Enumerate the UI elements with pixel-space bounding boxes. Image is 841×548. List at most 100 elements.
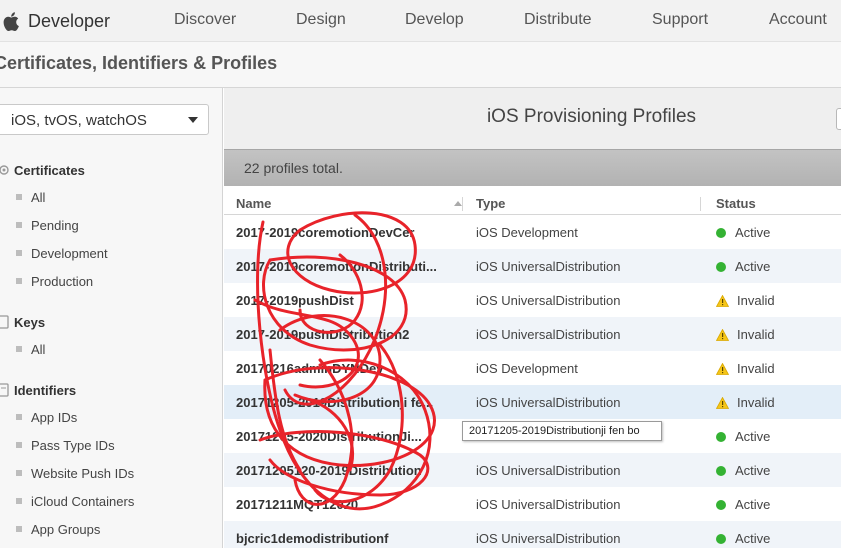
- profile-name: 20170216adminDYNDev: [236, 361, 384, 376]
- total-bar: 22 profiles total.: [224, 149, 841, 186]
- sidebar-item-label: All: [31, 189, 46, 205]
- profile-type: iOS UniversalDistribution: [476, 463, 621, 478]
- bullet-icon: [16, 442, 22, 448]
- status-text: Active: [735, 463, 771, 478]
- profile-name: 20171205-2020DistributionJi...: [236, 429, 422, 444]
- table-row[interactable]: 2017-2019coremotionDevCer iOS Developmen…: [224, 215, 841, 249]
- gear-icon: [0, 163, 10, 177]
- profile-name: 20171211MQT12020: [236, 497, 359, 512]
- profile-type: iOS UniversalDistribution: [476, 293, 621, 308]
- column-header-type[interactable]: Type: [476, 196, 505, 211]
- bullet-icon: [16, 498, 22, 504]
- sidebar-item-label: App Groups: [31, 521, 101, 537]
- sidebar-item-label: iCloud Containers: [31, 493, 135, 509]
- bullet-icon: [16, 278, 22, 284]
- id-card-icon: [0, 383, 10, 397]
- sidebar-section-label: Keys: [14, 314, 46, 330]
- status-text: Invalid: [737, 327, 775, 342]
- table-row[interactable]: 2017-2019pushDistribution2 iOS Universal…: [224, 317, 841, 351]
- add-button[interactable]: [836, 108, 841, 130]
- nav-support[interactable]: Support: [652, 11, 708, 29]
- key-icon: [0, 315, 10, 329]
- profile-name: 20171205120-2019Distribution: [236, 463, 422, 478]
- status-active-icon: [716, 227, 726, 238]
- top-nav: Developer Discover Design Develop Distri…: [0, 0, 841, 42]
- column-header-name[interactable]: Name: [236, 196, 271, 211]
- status-active-icon: [716, 431, 726, 442]
- sidebar-item-label: App IDs: [31, 409, 78, 425]
- chevron-down-icon: [188, 117, 198, 123]
- sidebar-item-certificates-all[interactable]: All: [16, 188, 45, 206]
- warning-icon: [716, 396, 729, 409]
- nav-account[interactable]: Account: [769, 11, 827, 29]
- sidebar-item-app-groups[interactable]: App Groups: [16, 520, 100, 538]
- sidebar-item-production[interactable]: Production: [16, 272, 93, 290]
- profile-name: 2017-2019coremotionDevCer: [236, 225, 415, 240]
- status-text: Active: [735, 259, 771, 274]
- sidebar-item-app-ids[interactable]: App IDs: [16, 408, 77, 426]
- status-text: Active: [735, 497, 771, 512]
- sidebar-item-website-push-ids[interactable]: Website Push IDs: [16, 464, 134, 482]
- profile-status: Invalid: [716, 361, 775, 376]
- table-header: Name Type Status: [224, 193, 841, 215]
- status-active-icon: [716, 499, 726, 510]
- profile-type: iOS UniversalDistribution: [476, 259, 621, 274]
- brand-name: Developer: [28, 10, 111, 31]
- platform-select[interactable]: iOS, tvOS, watchOS: [0, 104, 209, 135]
- profile-type: iOS UniversalDistribution: [476, 395, 621, 410]
- main-title: iOS Provisioning Profiles: [486, 106, 697, 127]
- warning-icon: [716, 362, 729, 375]
- sidebar-item-label: Pass Type IDs: [31, 437, 115, 453]
- apple-logo-icon: [0, 0, 22, 42]
- table-row[interactable]: 20171205120-2019Distribution iOS Univers…: [224, 453, 841, 487]
- sidebar-item-pending[interactable]: Pending: [16, 216, 79, 234]
- nav-develop[interactable]: Develop: [405, 11, 464, 29]
- status-text: Active: [735, 531, 771, 546]
- nav-discover[interactable]: Discover: [174, 11, 236, 29]
- table-row[interactable]: 2017-2019coremotionDistributi... iOS Uni…: [224, 249, 841, 283]
- sidebar-item-label: All: [31, 341, 46, 357]
- table-row[interactable]: bjcric1demodistributionf iOS UniversalDi…: [224, 521, 841, 548]
- brand[interactable]: Developer: [0, 0, 110, 42]
- profile-type: iOS UniversalDistribution: [476, 327, 621, 342]
- profile-name: 2017-2019pushDistribution2: [236, 327, 410, 342]
- bullet-icon: [16, 250, 22, 256]
- sidebar-item-icloud-containers[interactable]: iCloud Containers: [16, 492, 134, 510]
- sidebar-item-label: Pending: [31, 217, 79, 233]
- nav-distribute[interactable]: Distribute: [524, 11, 592, 29]
- sidebar-section-certificates: Certificates: [0, 160, 85, 180]
- profile-type: iOS Development: [476, 361, 578, 376]
- status-text: Invalid: [737, 361, 775, 376]
- warning-icon: [716, 294, 729, 307]
- sidebar-section-keys: Keys: [0, 312, 45, 332]
- column-divider: [700, 197, 701, 211]
- status-text: Active: [735, 225, 771, 240]
- main-panel: iOS Provisioning Profiles 22 profiles to…: [224, 88, 841, 548]
- column-divider: [462, 197, 463, 211]
- sidebar-section-label: Certificates: [14, 162, 85, 178]
- table-row[interactable]: 2017-2019pushDist iOS UniversalDistribut…: [224, 283, 841, 317]
- profiles-table: 2017-2019coremotionDevCer iOS Developmen…: [224, 215, 841, 548]
- table-row[interactable]: 20170216adminDYNDev iOS Development Inva…: [224, 351, 841, 385]
- sort-arrow-icon[interactable]: [454, 201, 462, 206]
- sidebar-item-pass-type-ids[interactable]: Pass Type IDs: [16, 436, 115, 454]
- nav-design[interactable]: Design: [296, 11, 346, 29]
- status-active-icon: [716, 465, 726, 476]
- column-header-status[interactable]: Status: [716, 196, 756, 211]
- table-row[interactable]: 20171205-2019Distributionji fe... iOS Un…: [224, 385, 841, 419]
- table-row[interactable]: 20171211MQT12020 iOS UniversalDistributi…: [224, 487, 841, 521]
- sidebar-item-development[interactable]: Development: [16, 244, 108, 262]
- profile-status: Active: [716, 429, 770, 444]
- bullet-icon: [16, 414, 22, 420]
- profile-type: iOS Development: [476, 225, 578, 240]
- status-text: Active: [735, 429, 771, 444]
- profile-name: 2017-2019coremotionDistributi...: [236, 259, 437, 274]
- bullet-icon: [16, 470, 22, 476]
- bullet-icon: [16, 194, 22, 200]
- sidebar: iOS, tvOS, watchOS Certificates All Pend…: [0, 88, 223, 548]
- profile-status: Invalid: [716, 395, 775, 410]
- warning-icon: [716, 328, 729, 341]
- sidebar-item-keys-all[interactable]: All: [16, 340, 45, 358]
- status-text: Invalid: [737, 293, 775, 308]
- profile-type: iOS UniversalDistribution: [476, 497, 621, 512]
